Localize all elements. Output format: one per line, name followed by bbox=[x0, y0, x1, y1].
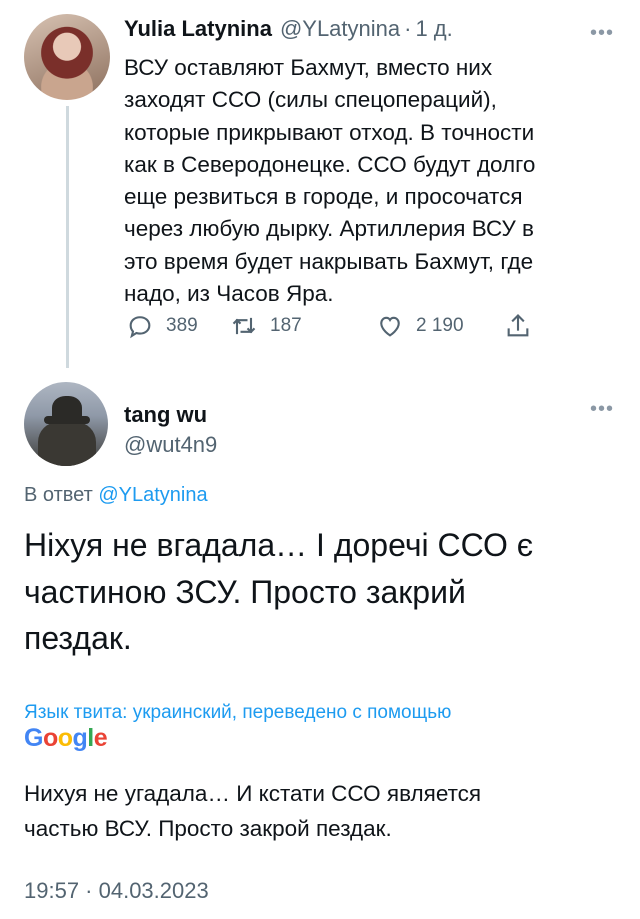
more-horizontal-icon[interactable]: ••• bbox=[590, 22, 614, 45]
tweet-header: Yulia Latynina @YLatynina · 1 д. bbox=[124, 16, 453, 52]
reply-author-name[interactable]: tang wu bbox=[124, 402, 207, 428]
tweet-text-line: это время будет накрывать Бахмут, где bbox=[124, 248, 534, 274]
reply-prefix: В ответ bbox=[24, 484, 93, 506]
author-avatar[interactable] bbox=[24, 14, 110, 100]
reply-text-line: частиною ЗСУ. Просто закрий bbox=[24, 573, 466, 610]
like-count: 2 190 bbox=[416, 315, 464, 336]
google-logo: Google bbox=[24, 724, 108, 752]
reply-text-line: Ніхуя не вгадала… І доречі ССО є bbox=[24, 527, 534, 563]
more-horizontal-icon[interactable]: ••• bbox=[590, 398, 614, 421]
reply-button[interactable]: 389 bbox=[126, 312, 198, 340]
reply-author-avatar[interactable] bbox=[24, 382, 108, 466]
reply-count: 389 bbox=[166, 315, 198, 336]
tweet-text-line: через любую дырку. Артиллерия ВСУ в bbox=[124, 216, 534, 242]
retweet-button[interactable]: 187 bbox=[230, 312, 302, 340]
translated-text: Нихуя не угадала… И кстати ССО является … bbox=[24, 776, 614, 846]
tweet-timestamp[interactable]: 19:57 · 04.03.2023 bbox=[24, 878, 209, 904]
thread-connector-line bbox=[66, 106, 69, 368]
like-button[interactable]: 2 190 bbox=[376, 312, 464, 340]
translated-text-line: частью ВСУ. Просто закрой пездак. bbox=[24, 816, 392, 841]
reply-text-line: пездак. bbox=[24, 620, 132, 657]
tweet-time[interactable]: 1 д. bbox=[415, 16, 452, 42]
share-icon bbox=[507, 314, 529, 337]
tweet-text-line: которые прикрывают отход. В точности bbox=[124, 119, 535, 145]
translation-notice[interactable]: Язык твита: украинский, переведено с пом… bbox=[24, 702, 451, 724]
reply-author-handle[interactable]: @wut4n9 bbox=[124, 432, 217, 458]
tweet-actions: 389 187 2 190 bbox=[126, 312, 546, 346]
reply-icon bbox=[129, 316, 151, 339]
author-name[interactable]: Yulia Latynina bbox=[124, 16, 272, 42]
share-button[interactable] bbox=[504, 312, 532, 340]
reply-context: В ответ @YLatynina bbox=[24, 484, 208, 507]
tweet-text-line: заходят ССО (силы спецопераций), bbox=[124, 87, 497, 113]
tweet-text-line: надо, из Часов Яра. bbox=[124, 281, 334, 307]
retweet-count: 187 bbox=[270, 315, 302, 336]
tweet-text-line: еще резвиться в городе, и просочатся bbox=[124, 184, 523, 210]
reply-tweet-text: Ніхуя не вгадала… І доречі ССО є частино… bbox=[24, 522, 614, 662]
tweet-text: ВСУ оставляют Бахмут, вместо них заходят… bbox=[124, 52, 594, 310]
header-separator: · bbox=[404, 16, 412, 41]
retweet-icon bbox=[232, 317, 256, 335]
heart-icon bbox=[380, 316, 400, 337]
tweet-text-line: как в Северодонецке. ССО будут долго bbox=[124, 151, 536, 177]
author-handle[interactable]: @YLatynina bbox=[280, 16, 400, 42]
translated-text-line: Нихуя не угадала… И кстати ССО является bbox=[24, 781, 482, 806]
tweet-text-line: ВСУ оставляют Бахмут, вместо них bbox=[124, 55, 493, 80]
reply-to-handle-link[interactable]: @YLatynina bbox=[98, 484, 207, 506]
